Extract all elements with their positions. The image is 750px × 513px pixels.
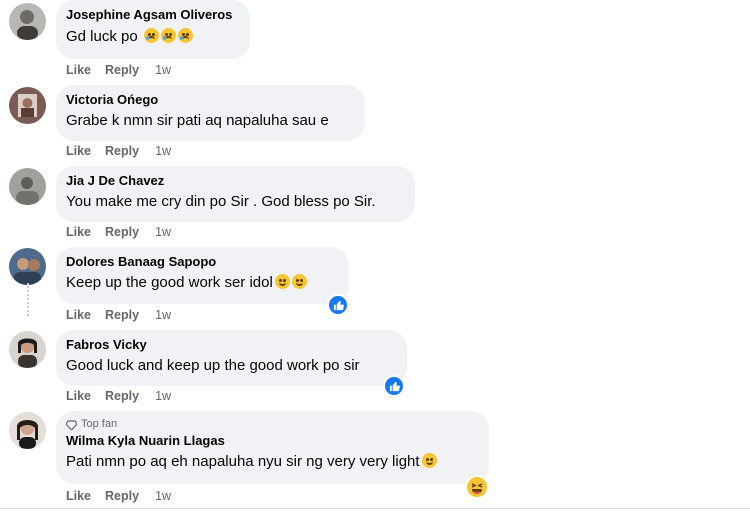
commenter-name[interactable]: Josephine Agsam Oliveros: [66, 7, 238, 23]
like-reaction-icon[interactable]: [327, 294, 349, 316]
reply-link[interactable]: Reply: [105, 489, 139, 503]
reply-link[interactable]: Reply: [105, 389, 139, 403]
timestamp[interactable]: 1w: [155, 225, 171, 239]
commenter-name[interactable]: Wilma Kyla Nuarin Llagas: [66, 433, 477, 449]
avatar[interactable]: [9, 168, 46, 205]
like-link[interactable]: Like: [66, 489, 91, 503]
comment-text: Gd luck po: [66, 28, 138, 45]
comment-text: Good luck and keep up the good work po s…: [66, 357, 360, 374]
comment-actions: Like Reply 1w: [66, 389, 171, 403]
comment-bubble: Dolores Banaag Sapopo Keep up the good w…: [56, 247, 349, 304]
commenter-name[interactable]: Fabros Vicky: [66, 337, 395, 353]
reply-link[interactable]: Reply: [105, 225, 139, 239]
like-reaction-icon[interactable]: [383, 375, 405, 397]
top-fan-badge[interactable]: Top fan: [66, 418, 477, 431]
like-link[interactable]: Like: [66, 144, 91, 158]
comment-bubble: Top fan Wilma Kyla Nuarin Llagas Pati nm…: [56, 411, 489, 484]
comment-text: Pati nmn po aq eh napaluha nyu sir ng ve…: [66, 453, 420, 470]
like-link[interactable]: Like: [66, 389, 91, 403]
comment-bubble: Victoria Ońego Grabe k nmn sir pati aq n…: [56, 85, 365, 141]
crying-emoji-icon: [177, 28, 193, 43]
avatar[interactable]: [9, 412, 46, 449]
timestamp[interactable]: 1w: [155, 308, 171, 322]
avatar[interactable]: [9, 3, 46, 40]
comment-actions: Like Reply 1w: [66, 489, 171, 503]
comment-bubble: Jia J De Chavez You make me cry din po S…: [56, 166, 415, 222]
commenter-name[interactable]: Jia J De Chavez: [66, 173, 403, 189]
reply-link[interactable]: Reply: [105, 144, 139, 158]
comment-bubble: Josephine Agsam Oliveros Gd luck po: [56, 0, 250, 59]
comment-actions: Like Reply 1w: [66, 144, 171, 158]
grinning-emoji-icon: [274, 274, 290, 289]
avatar[interactable]: [9, 87, 46, 124]
avatar[interactable]: [9, 248, 46, 285]
crying-emoji-icon: [143, 28, 159, 43]
diamond-icon: [66, 419, 77, 430]
divider: [0, 508, 750, 509]
like-link[interactable]: Like: [66, 63, 91, 77]
grinning-emoji-icon: [291, 274, 307, 289]
comment-actions: Like Reply 1w: [66, 308, 171, 322]
commenter-name[interactable]: Victoria Ońego: [66, 92, 353, 108]
thread-line: [27, 283, 29, 316]
timestamp[interactable]: 1w: [155, 489, 171, 503]
reply-link[interactable]: Reply: [105, 308, 139, 322]
commenter-name[interactable]: Dolores Banaag Sapopo: [66, 254, 337, 270]
crying-emoji-icon: [160, 28, 176, 43]
top-fan-label: Top fan: [81, 418, 118, 430]
like-link[interactable]: Like: [66, 225, 91, 239]
grinning-emoji-icon: [421, 453, 437, 468]
haha-reaction-icon[interactable]: [465, 475, 489, 499]
like-link[interactable]: Like: [66, 308, 91, 322]
reply-link[interactable]: Reply: [105, 63, 139, 77]
comment-text: Keep up the good work ser idol: [66, 274, 273, 291]
timestamp[interactable]: 1w: [155, 389, 171, 403]
comment-actions: Like Reply 1w: [66, 225, 171, 239]
timestamp[interactable]: 1w: [155, 144, 171, 158]
comment-actions: Like Reply 1w: [66, 63, 171, 77]
timestamp[interactable]: 1w: [155, 63, 171, 77]
comment-bubble: Fabros Vicky Good luck and keep up the g…: [56, 330, 407, 386]
avatar[interactable]: [9, 331, 46, 368]
comment-text: You make me cry din po Sir . God bless p…: [66, 193, 376, 210]
comment-text: Grabe k nmn sir pati aq napaluha sau e: [66, 112, 329, 129]
